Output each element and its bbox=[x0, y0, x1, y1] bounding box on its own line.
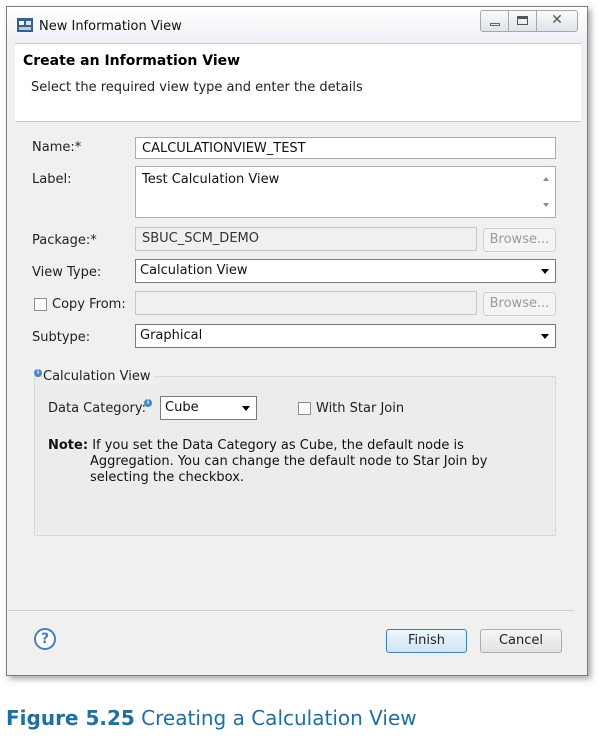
view-type-value: Calculation View bbox=[140, 263, 248, 278]
copy-from-label: Copy From: bbox=[52, 297, 126, 312]
window-controls: ✕ bbox=[480, 10, 578, 32]
figure-caption-text: Creating a Calculation View bbox=[141, 706, 417, 730]
scroll-up-icon[interactable] bbox=[543, 177, 549, 181]
view-type-label: View Type: bbox=[32, 265, 102, 280]
dialog-header: Create an Information View Select the re… bbox=[15, 43, 581, 121]
page: New Information View ✕ Create an Informa… bbox=[0, 0, 608, 752]
info-icon: i bbox=[34, 369, 42, 377]
note-line-3: selecting the checkbox. bbox=[90, 470, 245, 485]
title-bar[interactable]: New Information View ✕ bbox=[7, 7, 587, 41]
star-join-label: With Star Join bbox=[316, 401, 405, 416]
subtype-select[interactable]: Graphical bbox=[135, 324, 556, 348]
view-type-select[interactable]: Calculation View bbox=[135, 259, 556, 283]
data-category-value: Cube bbox=[165, 400, 199, 415]
star-join-checkbox[interactable] bbox=[298, 402, 311, 415]
chevron-down-icon bbox=[541, 269, 549, 274]
note-label: Note: bbox=[48, 438, 89, 453]
package-label: Package:* bbox=[32, 233, 97, 248]
cancel-button[interactable]: Cancel bbox=[480, 629, 562, 653]
label-value: Test Calculation View bbox=[142, 172, 280, 187]
minimize-icon[interactable] bbox=[481, 11, 509, 31]
window-title: New Information View bbox=[39, 19, 182, 34]
data-category-label: Data Category: bbox=[48, 401, 146, 416]
note-line-1: If you set the Data Category as Cube, th… bbox=[92, 438, 464, 453]
subtype-label: Subtype: bbox=[32, 330, 91, 345]
close-glyph: ✕ bbox=[551, 12, 563, 28]
figure-number: Figure 5.25 bbox=[6, 706, 135, 730]
subtype-value: Graphical bbox=[140, 328, 203, 343]
package-field: SBUC_SCM_DEMO bbox=[135, 227, 477, 251]
name-label: Name:* bbox=[32, 140, 82, 155]
copy-from-checkbox[interactable] bbox=[34, 298, 47, 311]
label-textarea[interactable]: Test Calculation View bbox=[135, 166, 556, 218]
copy-from-browse-button: Browse... bbox=[483, 292, 556, 316]
help-icon[interactable]: ? bbox=[34, 628, 56, 650]
calculation-view-group-title: Calculation View bbox=[43, 369, 154, 384]
figure-caption: Figure 5.25 Creating a Calculation View bbox=[6, 706, 417, 730]
label-label: Label: bbox=[32, 172, 72, 187]
app-icon bbox=[17, 18, 33, 32]
chevron-down-icon bbox=[242, 406, 250, 411]
footer-divider bbox=[8, 610, 574, 611]
package-browse-button: Browse... bbox=[483, 228, 556, 252]
copy-from-field bbox=[135, 291, 477, 315]
data-category-note: Note: If you set the Data Category as Cu… bbox=[48, 438, 528, 486]
header-divider bbox=[15, 121, 581, 122]
page-description: Select the required view type and enter … bbox=[31, 80, 363, 95]
info-icon: i bbox=[144, 399, 152, 407]
chevron-down-icon bbox=[541, 334, 549, 339]
page-title: Create an Information View bbox=[23, 53, 241, 69]
close-icon[interactable]: ✕ bbox=[537, 11, 577, 31]
maximize-icon[interactable] bbox=[509, 11, 537, 31]
scroll-down-icon[interactable] bbox=[543, 203, 549, 207]
data-category-select[interactable]: Cube bbox=[160, 396, 257, 420]
note-line-2: Aggregation. You can change the default … bbox=[90, 454, 488, 469]
finish-button[interactable]: Finish bbox=[386, 629, 467, 653]
name-field[interactable]: CALCULATIONVIEW_TEST bbox=[135, 137, 556, 159]
